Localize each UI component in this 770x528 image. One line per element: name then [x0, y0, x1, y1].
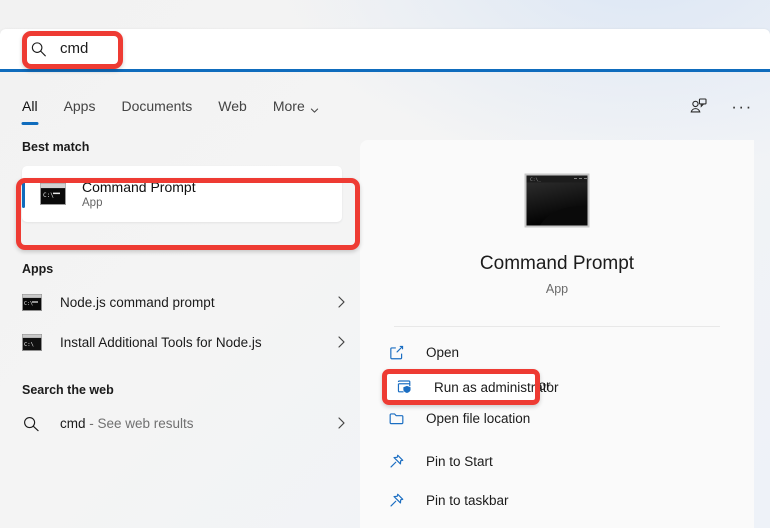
result-subtitle: App — [82, 197, 103, 209]
preview-actions: Open Run as administrator — [360, 336, 754, 517]
tab-apps-label: Apps — [63, 98, 96, 114]
preview-divider — [394, 326, 720, 327]
tab-web-label: Web — [218, 98, 247, 114]
list-item-label: Install Additional Tools for Node.js — [60, 334, 262, 350]
folder-icon — [388, 410, 406, 428]
chevron-right-icon[interactable] — [337, 335, 346, 349]
tab-more-label: More — [272, 98, 305, 114]
group-header-search-the-web: Search the web — [22, 383, 114, 397]
console-icon: C:\ — [22, 333, 42, 351]
feedback-person-icon[interactable] — [686, 95, 710, 119]
search-bar[interactable] — [0, 29, 770, 72]
action-pin-to-start[interactable]: Pin to Start — [360, 445, 754, 478]
result-text: Command Prompt App — [82, 179, 196, 209]
svg-text:C:\: C:\ — [24, 342, 34, 348]
result-command-prompt[interactable]: C:\ Command Prompt App — [22, 166, 342, 222]
tab-apps[interactable]: Apps — [64, 98, 96, 116]
list-item-label: cmd - See web results — [60, 416, 194, 431]
preview-title: Command Prompt — [479, 253, 635, 274]
console-icon: C:\ — [22, 293, 42, 311]
tab-all-label: All — [22, 98, 38, 114]
action-label: Open — [426, 345, 460, 360]
tab-more[interactable]: More — [273, 98, 319, 116]
list-item-label: Node.js command prompt — [60, 294, 215, 310]
preview-panel: C:\_ Command Prompt App Open Open file l… — [360, 140, 754, 528]
pin-icon — [388, 492, 406, 510]
command-prompt-icon: C:\ — [40, 183, 66, 205]
action-label: Open file location — [426, 411, 531, 426]
pin-icon — [388, 453, 406, 471]
search-input[interactable] — [60, 29, 360, 69]
ellipsis-label: ··· — [731, 97, 753, 116]
open-external-icon — [388, 344, 406, 362]
group-header-apps: Apps — [22, 262, 54, 276]
chevron-down-icon — [310, 102, 319, 113]
apps-list: C:\ Node.js command prompt C:\ Install A… — [0, 282, 360, 362]
results-column: Best match C:\ Command Prompt App Apps C… — [0, 140, 360, 528]
tab-documents[interactable]: Documents — [121, 98, 192, 116]
list-item-nodejs-command-prompt[interactable]: C:\ Node.js command prompt — [0, 282, 360, 322]
result-title: Command Prompt — [82, 179, 196, 195]
web-query-suffix: - See web results — [85, 415, 194, 431]
tab-web[interactable]: Web — [218, 98, 247, 116]
annotation-run-as-admin-content[interactable]: Run as administrator — [387, 377, 559, 397]
tab-all[interactable]: All — [22, 98, 38, 116]
group-header-best-match: Best match — [22, 140, 90, 154]
action-label: Pin to taskbar — [426, 493, 509, 508]
chevron-right-icon[interactable] — [337, 416, 346, 430]
top-right-actions: ··· — [686, 92, 754, 122]
action-label: Run as administrator — [434, 379, 559, 395]
action-open-file-location[interactable]: Open file location — [360, 402, 754, 435]
svg-text:C:\: C:\ — [43, 192, 54, 199]
command-prompt-large-icon: C:\_ — [524, 173, 590, 228]
tab-documents-label: Documents — [121, 98, 193, 114]
svg-text:C:\_: C:\_ — [530, 177, 541, 183]
web-results-list: cmd - See web results — [0, 403, 360, 443]
list-item-see-web-results[interactable]: cmd - See web results — [0, 403, 360, 443]
list-item-install-additional-tools[interactable]: C:\ Install Additional Tools for Node.js — [0, 322, 360, 362]
filter-tabs: All Apps Documents Web More — [22, 92, 319, 122]
svg-text:C:\: C:\ — [24, 301, 33, 307]
preview-subtitle: App — [545, 282, 569, 296]
shield-window-icon — [396, 378, 414, 396]
web-query-text: cmd — [60, 415, 86, 431]
search-icon — [30, 41, 47, 58]
action-label: Pin to Start — [426, 454, 493, 469]
search-icon — [22, 415, 42, 432]
action-pin-to-taskbar[interactable]: Pin to taskbar — [360, 484, 754, 517]
search-flyout: All Apps Documents Web More ··· Best mat… — [0, 0, 770, 528]
action-open[interactable]: Open — [360, 336, 754, 369]
more-options-icon[interactable]: ··· — [730, 95, 754, 119]
preview-icon-wrap: C:\_ — [360, 173, 754, 228]
chevron-right-icon[interactable] — [337, 295, 346, 309]
